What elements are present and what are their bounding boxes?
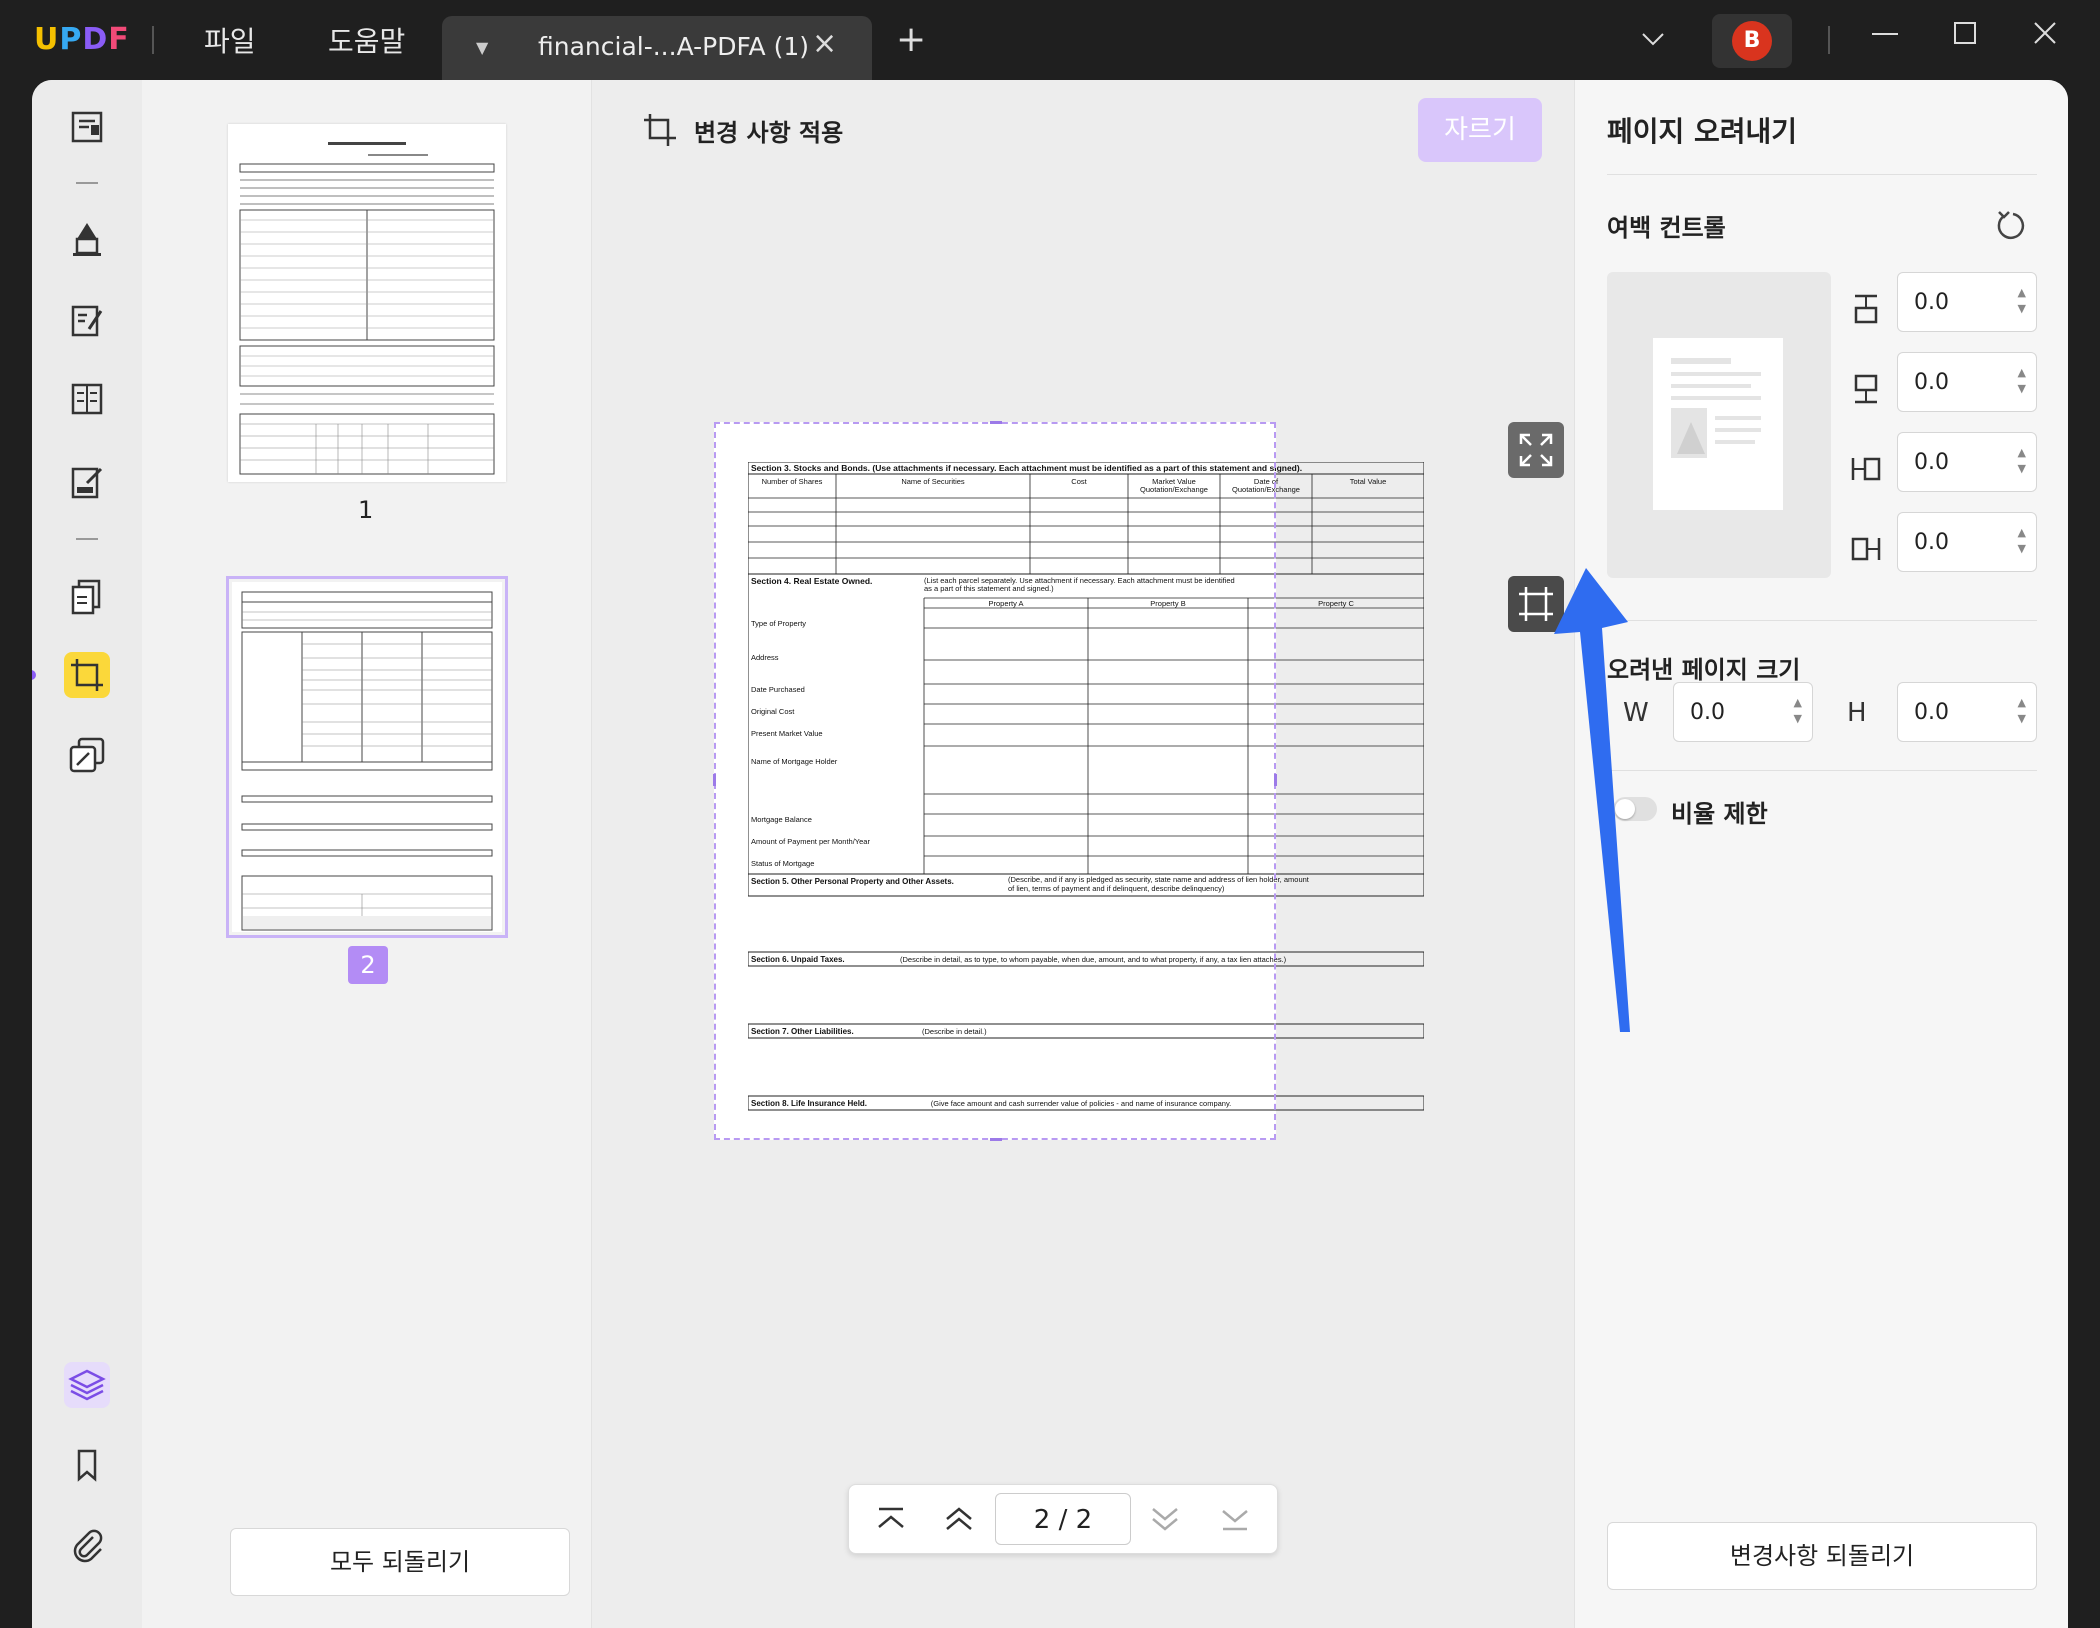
- margin-bottom-icon: [1854, 374, 1878, 404]
- width-value: 0.0: [1690, 700, 1725, 725]
- thumbnail-panel: 1 2 모두 되돌리기: [142, 80, 592, 1628]
- margin-top-input[interactable]: 0.0 ▲ ▼: [1897, 272, 2037, 332]
- page-number-1: 1: [358, 496, 374, 524]
- section4-column-header: Property C: [1318, 599, 1354, 608]
- page-indicator[interactable]: 2 / 2: [995, 1493, 1131, 1545]
- total-pages: 2: [1075, 1505, 1093, 1535]
- height-value: 0.0: [1914, 700, 1949, 725]
- window-separator: [1828, 26, 1830, 54]
- margin-left-icon: [1851, 457, 1881, 481]
- panel-title: 페이지 오려내기: [1607, 115, 1798, 148]
- title-bar: UPDF 파일 도움말 ▼ financial-...A-PDFA (1) × …: [0, 0, 2100, 80]
- organize-tool-icon[interactable]: [64, 574, 110, 620]
- annotation-arrow: [1554, 568, 1630, 1032]
- reader-tool-icon[interactable]: [64, 104, 110, 150]
- page-separator: /: [1058, 1505, 1068, 1535]
- updf-logo: UPDF: [34, 22, 130, 57]
- page-number-2[interactable]: 2: [348, 946, 388, 984]
- margin-top-icon: [1854, 294, 1878, 324]
- previous-page-icon[interactable]: [939, 1499, 979, 1539]
- revert-changes-button[interactable]: 변경사항 되돌리기: [1607, 1522, 2037, 1590]
- crop-handle-left[interactable]: [713, 774, 716, 786]
- next-page-icon[interactable]: [1145, 1499, 1185, 1539]
- stepper-icon[interactable]: ▲ ▼: [2018, 365, 2026, 397]
- margin-preview: [1607, 272, 1831, 578]
- layers-icon[interactable]: [64, 1362, 110, 1408]
- preview-sheet: [1653, 338, 1783, 510]
- convert-tool-icon[interactable]: [64, 732, 110, 778]
- crop-handle-top[interactable]: [990, 421, 1002, 424]
- tool-separator: [76, 538, 98, 540]
- close-window-icon[interactable]: [2030, 18, 2060, 54]
- stepper-icon[interactable]: ▲ ▼: [2018, 445, 2026, 477]
- document-tab[interactable]: ▼ financial-...A-PDFA (1) ×: [442, 16, 872, 80]
- apply-changes-label: 변경 사항 적용: [694, 118, 844, 147]
- new-tab-icon[interactable]: +: [896, 22, 926, 58]
- crop-apply-icon: [644, 114, 676, 146]
- account-area[interactable]: B: [1712, 14, 1792, 68]
- reset-all-button[interactable]: 모두 되돌리기: [230, 1528, 570, 1596]
- height-input[interactable]: 0.0 ▲ ▼: [1897, 682, 2037, 742]
- margin-bottom-value: 0.0: [1914, 370, 1949, 395]
- expand-icon: [1519, 433, 1553, 467]
- crop-button[interactable]: 자르기: [1418, 98, 1542, 162]
- avatar[interactable]: B: [1732, 21, 1772, 61]
- comment-tool-icon[interactable]: [64, 216, 110, 262]
- maximize-icon[interactable]: [1950, 18, 1980, 54]
- height-label: H: [1847, 698, 1867, 728]
- crop-box[interactable]: [714, 422, 1276, 1140]
- stepper-icon[interactable]: ▲ ▼: [2018, 285, 2026, 317]
- stepper-icon[interactable]: ▲ ▼: [2018, 525, 2026, 557]
- tab-close-icon[interactable]: ×: [812, 26, 837, 61]
- apply-changes-button[interactable]: 변경 사항 적용: [642, 112, 843, 148]
- app-body: 1 2 모두 되돌리기 변경 사항 적용 자르기 Section 3. Stoc…: [32, 80, 2068, 1628]
- first-page-icon[interactable]: [871, 1499, 911, 1539]
- fit-crop-button[interactable]: [1508, 422, 1564, 478]
- active-tool-indicator: [32, 670, 36, 680]
- margin-top-value: 0.0: [1914, 290, 1949, 315]
- chevron-down-icon[interactable]: [1640, 26, 1666, 54]
- tab-dropdown-icon[interactable]: ▼: [476, 38, 488, 57]
- tab-title: financial-...A-PDFA (1): [538, 32, 810, 61]
- margin-bottom-input[interactable]: 0.0 ▲ ▼: [1897, 352, 2037, 412]
- last-page-icon[interactable]: [1215, 1499, 1255, 1539]
- crop-tool-icon[interactable]: [64, 652, 110, 698]
- margin-right-input[interactable]: 0.0 ▲ ▼: [1897, 512, 2037, 572]
- tool-sidebar: [32, 80, 142, 1628]
- sign-tool-icon[interactable]: [64, 460, 110, 506]
- margin-left-input[interactable]: 0.0 ▲ ▼: [1897, 432, 2037, 492]
- current-page: 2: [1033, 1505, 1051, 1535]
- crop-handle-bottom[interactable]: [990, 1138, 1002, 1141]
- title-separator: [152, 26, 154, 54]
- ratio-lock-label: 비율 제한: [1671, 800, 1768, 828]
- reset-margins-icon[interactable]: [1995, 208, 2031, 244]
- section3-column-header: Total Value: [1350, 477, 1387, 486]
- page-navigator: 2 / 2: [848, 1484, 1278, 1554]
- margin-right-icon: [1851, 537, 1881, 561]
- margin-control-heading: 여백 컨트롤: [1607, 214, 1726, 242]
- stepper-icon[interactable]: ▲ ▼: [1794, 695, 1802, 727]
- page-thumbnail-2[interactable]: [232, 582, 502, 932]
- crop-handle-right[interactable]: [1274, 774, 1277, 786]
- minimize-icon[interactable]: [1870, 18, 1900, 54]
- stepper-icon[interactable]: ▲ ▼: [2018, 695, 2026, 727]
- document-view: 변경 사항 적용 자르기 Section 3. Stocks and Bonds…: [592, 80, 1660, 1628]
- menu-help[interactable]: 도움말: [328, 20, 405, 60]
- edit-tool-icon[interactable]: [64, 298, 110, 344]
- panel-divider: [1607, 174, 2037, 175]
- page-thumbnail-1[interactable]: [228, 124, 506, 482]
- form-tool-icon[interactable]: [64, 376, 110, 422]
- bookmark-icon[interactable]: [64, 1442, 110, 1488]
- margin-right-value: 0.0: [1914, 530, 1949, 555]
- width-input[interactable]: 0.0 ▲ ▼: [1673, 682, 1813, 742]
- margin-left-value: 0.0: [1914, 450, 1949, 475]
- tool-separator: [76, 182, 98, 184]
- menu-file[interactable]: 파일: [204, 20, 256, 60]
- attachment-icon[interactable]: [64, 1522, 110, 1568]
